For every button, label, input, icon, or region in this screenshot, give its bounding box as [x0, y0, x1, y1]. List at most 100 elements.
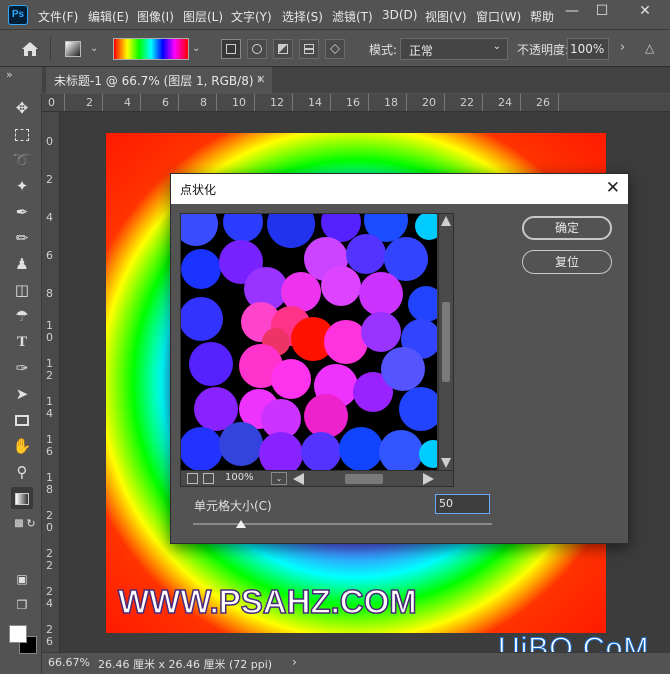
ruler-label: 12 — [270, 96, 284, 109]
reflected-gradient-button[interactable] — [299, 39, 319, 59]
opacity-input[interactable]: 100% — [567, 38, 609, 60]
scroll-thumb[interactable] — [442, 302, 450, 382]
document-tab[interactable]: 未标题-1 @ 66.7% (图层 1, RGB/8) * × — [46, 67, 272, 93]
cell-size-input[interactable]: 50 — [435, 494, 490, 514]
zoom-readout[interactable]: 66.67% — [48, 656, 90, 669]
ruler-label: 24 — [498, 96, 512, 109]
marquee-icon[interactable] — [11, 123, 33, 145]
ruler-label: 1 2 — [46, 357, 53, 382]
ruler-label: 0 — [46, 135, 53, 148]
ruler-tick — [254, 94, 255, 111]
ruler-tick — [292, 94, 293, 111]
menu-window[interactable]: 窗口(W) — [476, 8, 521, 25]
screen-mode-icon[interactable]: ❐ — [11, 594, 33, 616]
gradient-picker[interactable] — [113, 38, 189, 60]
angle-gradient-button[interactable] — [273, 39, 293, 59]
preview-zoom-dropdown[interactable]: ⌄ — [271, 472, 287, 485]
type-icon[interactable]: T — [11, 331, 33, 353]
menu-image[interactable]: 图像(I) — [137, 8, 174, 25]
pen-icon[interactable]: ✑ — [11, 357, 33, 379]
menu-bar: Ps 文件(F) 编辑(E) 图像(I) 图层(L) 文字(Y) 选择(S) 滤… — [0, 0, 670, 30]
reset-button[interactable]: 复位 — [522, 250, 612, 274]
menu-select[interactable]: 选择(S) — [282, 8, 323, 25]
maximize-button[interactable]: ☐ — [587, 0, 617, 22]
stamp-icon[interactable]: ♟ — [11, 253, 33, 275]
horizontal-scroll-thumb[interactable] — [345, 474, 383, 484]
opacity-label: 不透明度: — [517, 43, 570, 57]
ruler-tick — [444, 94, 445, 111]
selection-icon[interactable]: ➤ — [11, 383, 33, 405]
ruler-label: 1 0 — [46, 319, 53, 344]
gradient-icon[interactable] — [11, 487, 33, 509]
ruler-tick — [482, 94, 483, 111]
eyedropper-icon[interactable]: ✒ — [11, 201, 33, 223]
chevron-down-icon[interactable]: ⌄ — [192, 43, 200, 54]
ruler-tick — [64, 94, 65, 111]
ruler-label: 2 4 — [46, 585, 53, 610]
close-tab-icon[interactable]: × — [256, 72, 266, 86]
scroll-down-icon[interactable] — [441, 458, 451, 468]
linear-gradient-button[interactable] — [221, 39, 241, 59]
radial-gradient-button[interactable] — [247, 39, 267, 59]
options-bar: ⌄ ⌄ 模式: 正常 ⌄ 不透明度: 100% › △ — [0, 31, 670, 67]
chevron-right-icon[interactable]: › — [292, 655, 297, 669]
cell-size-slider-thumb[interactable] — [236, 520, 246, 528]
chevron-down-icon[interactable]: ⌄ — [90, 43, 98, 54]
cell-size-label: 单元格大小(C) — [194, 499, 272, 513]
close-icon[interactable]: ✕ — [606, 178, 620, 198]
eraser-icon[interactable]: ◫ — [11, 279, 33, 301]
zoom-icon[interactable]: ⚲ — [11, 461, 33, 483]
menu-view[interactable]: 视图(V) — [425, 8, 467, 25]
close-window-button[interactable]: ✕ — [630, 0, 660, 22]
ruler-label: 14 — [308, 96, 322, 109]
move-icon[interactable]: ✥ — [11, 97, 33, 119]
ruler-tick — [216, 94, 217, 111]
ruler-label: 8 — [46, 287, 53, 300]
menu-3d[interactable]: 3D(D) — [382, 8, 417, 22]
ruler-tick — [330, 94, 331, 111]
ruler-label: 2 6 — [46, 623, 53, 648]
ruler-label: 1 4 — [46, 395, 53, 420]
menu-file[interactable]: 文件(F) — [38, 8, 78, 25]
ok-button[interactable]: 确定 — [522, 216, 612, 240]
scroll-right-icon[interactable] — [423, 473, 434, 485]
document-tab-title: 未标题-1 @ 66.7% (图层 1, RGB/8) * — [54, 74, 264, 88]
menu-edit[interactable]: 编辑(E) — [88, 8, 129, 25]
menu-type[interactable]: 文字(Y) — [231, 8, 272, 25]
gradient-preset-swatch[interactable] — [65, 41, 81, 57]
brush-icon[interactable]: ✏ — [11, 227, 33, 249]
magic-wand-icon[interactable]: ✦ — [11, 175, 33, 197]
dialog-title: 点状化 — [180, 183, 217, 197]
menu-help[interactable]: 帮助 — [530, 8, 554, 25]
chevron-right-icon[interactable]: › — [620, 40, 625, 55]
hand-icon[interactable]: ✋ — [11, 435, 33, 457]
ruler-tick — [406, 94, 407, 111]
lasso-icon[interactable]: ➰ — [11, 149, 33, 171]
home-icon[interactable] — [20, 39, 40, 59]
quick-mask-icon[interactable]: ▣ — [11, 568, 33, 590]
mode-label: 模式: — [369, 43, 398, 57]
ruler-tick — [368, 94, 369, 111]
foreground-color-swatch[interactable] — [9, 625, 27, 643]
paint-bucket-icon[interactable]: ☂ — [11, 305, 33, 327]
collapse-panel-icon[interactable]: » — [6, 68, 13, 81]
minimize-button[interactable]: — — [557, 0, 587, 22]
preview-vertical-scrollbar[interactable] — [438, 214, 453, 470]
blend-mode-select[interactable]: 正常 ⌄ — [400, 38, 508, 60]
preview-toolbar: 100% ⌄ — [181, 470, 453, 486]
ruler-label: 22 — [460, 96, 474, 109]
filter-preview-panel: 100% ⌄ — [180, 213, 454, 487]
ruler-label: 18 — [384, 96, 398, 109]
swap-colors-icon[interactable]: ↻ — [20, 513, 42, 535]
menu-layer[interactable]: 图层(L) — [183, 8, 223, 25]
menu-filter[interactable]: 滤镜(T) — [332, 8, 373, 25]
zoom-out-button[interactable] — [187, 473, 198, 484]
diamond-gradient-button[interactable] — [325, 39, 345, 59]
filter-preview[interactable] — [181, 214, 437, 470]
zoom-in-button[interactable] — [203, 473, 214, 484]
rectangle-icon[interactable] — [11, 409, 33, 431]
ruler-label: 1 6 — [46, 433, 53, 458]
scroll-left-icon[interactable] — [293, 473, 304, 485]
pressure-opacity-icon[interactable]: △ — [645, 41, 654, 55]
scroll-up-icon[interactable] — [441, 216, 451, 226]
